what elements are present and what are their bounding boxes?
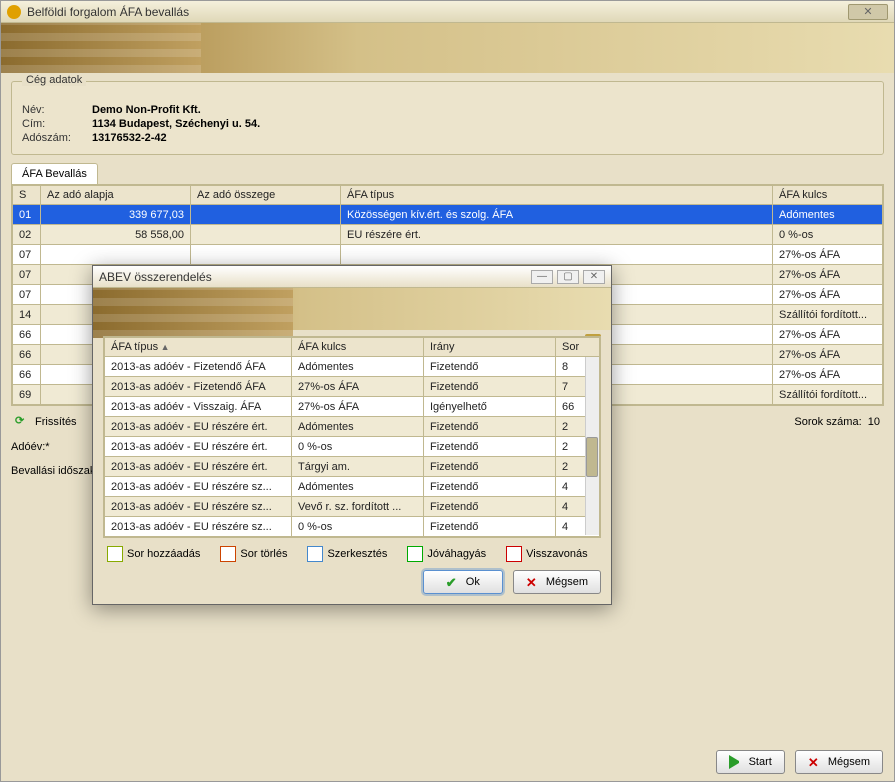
start-button[interactable]: Start xyxy=(716,750,785,774)
play-icon xyxy=(729,755,743,769)
approve-icon xyxy=(407,546,423,562)
col-s[interactable]: S xyxy=(13,186,41,205)
table-row[interactable]: 2013-as adóév - EU részére sz...Adómente… xyxy=(105,477,600,497)
company-address: 1134 Budapest, Széchenyi u. 54. xyxy=(92,118,260,130)
modal-close-icon[interactable]: ✕ xyxy=(583,270,605,284)
check-icon: ✔ xyxy=(446,575,460,589)
table-row[interactable]: 0258 558,00EU részére ért.0 %-os xyxy=(13,225,883,245)
modal-cancel-button[interactable]: ✕Mégsem xyxy=(513,570,601,594)
mcol-sor[interactable]: Sor xyxy=(556,338,600,357)
table-row[interactable]: 2013-as adóév - EU részére ért.Adómentes… xyxy=(105,417,600,437)
tabstrip: ÁFA Bevallás xyxy=(11,163,884,184)
modal-toolbar: Sor hozzáadás Sor törlés Szerkesztés Jóv… xyxy=(103,544,601,564)
table-row[interactable]: 2013-as adóév - Visszaig. ÁFA27%-os ÁFAI… xyxy=(105,397,600,417)
delete-row-button[interactable]: Sor törlés xyxy=(216,544,291,564)
table-row[interactable]: 2013-as adóév - Fizetendő ÁFA27%-os ÁFAF… xyxy=(105,377,600,397)
modal-title: ABEV összerendelés xyxy=(99,270,212,284)
minimize-icon[interactable]: — xyxy=(531,270,553,284)
mcol-tipus[interactable]: ÁFA típus xyxy=(105,338,292,357)
tab-afa-bevallas[interactable]: ÁFA Bevallás xyxy=(11,163,98,184)
scrollbar-thumb[interactable] xyxy=(586,437,598,477)
edit-icon xyxy=(307,546,323,562)
modal-footer: ✔Ok ✕Mégsem xyxy=(103,570,601,594)
table-row[interactable]: 2013-as adóév - Fizetendő ÁFAAdómentesFi… xyxy=(105,357,600,377)
col-tipus[interactable]: ÁFA típus xyxy=(341,186,773,205)
header-banner xyxy=(1,23,894,73)
company-fieldset: Cég adatok Név:Demo Non-Profit Kft. Cím:… xyxy=(11,81,884,155)
table-row[interactable]: 2013-as adóév - EU részére sz...Vevő r. … xyxy=(105,497,600,517)
add-icon xyxy=(107,546,123,562)
table-row[interactable]: 2013-as adóév - EU részére ért.0 %-osFiz… xyxy=(105,437,600,457)
add-row-button[interactable]: Sor hozzáadás xyxy=(103,544,204,564)
maximize-icon[interactable]: ▢ xyxy=(557,270,579,284)
company-tax: 13176532-2-42 xyxy=(92,132,167,144)
table-row[interactable]: 2013-as adóév - EU részére sz...0 %-osFi… xyxy=(105,517,600,537)
company-address-label: Cím: xyxy=(22,118,92,130)
col-osszeg[interactable]: Az adó összege xyxy=(191,186,341,205)
modal-grid-header[interactable]: ÁFA típus ÁFA kulcs Irány Sor xyxy=(105,338,600,357)
table-row[interactable]: 2013-as adóév - EU részére ért.Tárgyi am… xyxy=(105,457,600,477)
main-footer: Start ✕Mégsem xyxy=(716,750,883,774)
delete-icon xyxy=(220,546,236,562)
close-icon: ✕ xyxy=(526,575,540,589)
table-row[interactable]: 01339 677,03Közösségen kív.ért. és szolg… xyxy=(13,205,883,225)
main-titlebar[interactable]: Belföldi forgalom ÁFA bevallás ✕ xyxy=(1,1,894,23)
revoke-button[interactable]: Visszavonás xyxy=(502,544,592,564)
edit-button[interactable]: Szerkesztés xyxy=(303,544,391,564)
col-alap[interactable]: Az adó alapja xyxy=(41,186,191,205)
close-icon[interactable]: ✕ xyxy=(848,4,888,20)
table-row[interactable]: 0727%-os ÁFA xyxy=(13,245,883,265)
company-name: Demo Non-Profit Kft. xyxy=(92,104,201,116)
modal-titlebar[interactable]: ABEV összerendelés — ▢ ✕ xyxy=(93,266,611,288)
cancel-button[interactable]: ✕Mégsem xyxy=(795,750,883,774)
company-name-label: Név: xyxy=(22,104,92,116)
modal-grid: ÁFA típus ÁFA kulcs Irány Sor 2013-as ad… xyxy=(103,336,601,538)
app-icon xyxy=(7,5,21,19)
mcol-kulcs[interactable]: ÁFA kulcs xyxy=(292,338,424,357)
refresh-button[interactable]: ⟳Frissítés xyxy=(11,412,81,432)
col-kulcs[interactable]: ÁFA kulcs xyxy=(773,186,883,205)
ok-button[interactable]: ✔Ok xyxy=(423,570,503,594)
rowcount: Sorok száma: 10 xyxy=(794,416,880,428)
window-title: Belföldi forgalom ÁFA bevallás xyxy=(27,5,189,19)
refresh-icon: ⟳ xyxy=(15,414,31,430)
main-grid-header[interactable]: S Az adó alapja Az adó összege ÁFA típus… xyxy=(13,186,883,205)
revoke-icon xyxy=(506,546,522,562)
abev-modal: ABEV összerendelés — ▢ ✕ i ÁFA típus ÁFA… xyxy=(92,265,612,605)
company-legend: Cég adatok xyxy=(22,74,86,86)
company-tax-label: Adószám: xyxy=(22,132,92,144)
mcol-irany[interactable]: Irány xyxy=(424,338,556,357)
approve-button[interactable]: Jóváhagyás xyxy=(403,544,490,564)
modal-banner xyxy=(93,288,611,330)
close-icon: ✕ xyxy=(808,755,822,769)
